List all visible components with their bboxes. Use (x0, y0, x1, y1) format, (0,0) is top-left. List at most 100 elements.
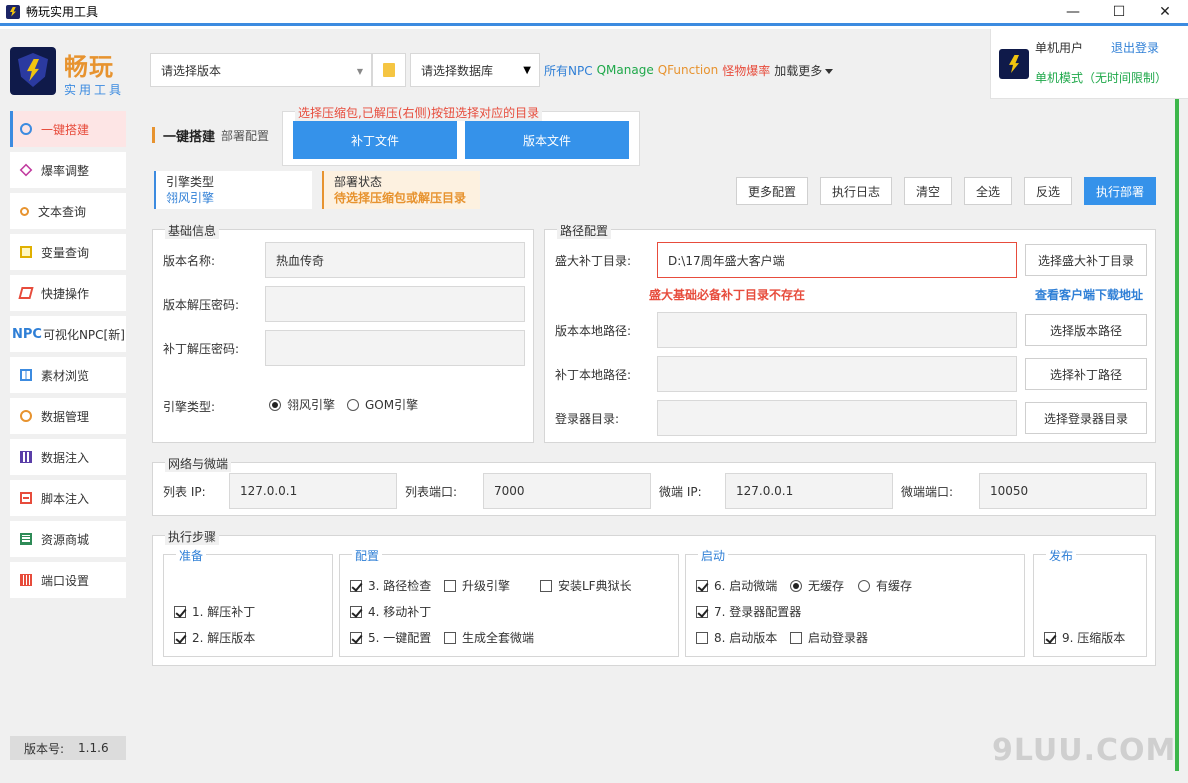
version-path-input[interactable] (657, 312, 1017, 348)
path-config-legend: 路径配置 (557, 222, 612, 239)
shanda-patch-input[interactable]: D:\17周年盛大客户端 (657, 242, 1017, 278)
checkbox-box (174, 631, 186, 644)
qmanage-link[interactable]: QManage (597, 63, 654, 77)
sidebar-item-asset-browse[interactable]: 素材浏览 (10, 357, 126, 393)
sidebar-item-data-inject[interactable]: 数据注入 (10, 439, 126, 475)
logout-link[interactable]: 退出登录 (1111, 39, 1159, 56)
version-name-input[interactable]: 热血传奇 (265, 242, 525, 278)
launcher-dir-input[interactable] (657, 400, 1017, 436)
sidebar-item-script-inject[interactable]: 脚本注入 (10, 480, 126, 516)
bars-icon (20, 574, 32, 586)
sidebar-item-resource-store[interactable]: 资源商城 (10, 521, 126, 557)
sidebar-item-port-settings[interactable]: 端口设置 (10, 562, 126, 598)
sidebar-item-quick-actions[interactable]: 快捷操作 (10, 275, 126, 311)
brand-name: 畅玩 (64, 53, 114, 81)
select-patch-path-button[interactable]: 选择补丁路径 (1025, 358, 1147, 390)
sidebar-item-one-click-build[interactable]: 一键搭建 (10, 111, 126, 147)
sidebar-item-drop-rate[interactable]: 爆率调整 (10, 152, 126, 188)
step-1-checkbox[interactable]: 1. 解压补丁 (174, 603, 255, 620)
document-icon (20, 492, 32, 504)
generate-micro-label: 生成全套微端 (462, 631, 535, 645)
version-value: 1.1.6 (78, 741, 109, 755)
box-icon (20, 246, 32, 258)
upgrade-engine-checkbox[interactable]: 升级引擎 (444, 577, 510, 594)
version-password-input[interactable] (265, 286, 525, 322)
folder-icon (383, 63, 395, 77)
engine-gom-label: GOM引擎 (365, 398, 419, 412)
list-ip-input[interactable]: 127.0.0.1 (229, 473, 397, 509)
select-launcher-dir-button[interactable]: 选择登录器目录 (1025, 402, 1147, 434)
version-password-label: 版本解压密码: (163, 298, 240, 312)
list-port-input[interactable]: 7000 (483, 473, 651, 509)
database-select-value: 请选择数据库 (421, 63, 494, 78)
sidebar-item-text-query[interactable]: 文本查询 (10, 193, 126, 229)
scrollbar[interactable] (1175, 99, 1179, 771)
client-download-link[interactable]: 查看客户端下载地址 (1035, 286, 1143, 303)
window-controls: — ☐ ✕ (1050, 0, 1188, 24)
load-more-link[interactable]: 加载更多 (774, 62, 833, 79)
engine-type-value: 翎风引擎 (166, 191, 215, 205)
qfunction-link[interactable]: QFunction (658, 63, 719, 77)
ring-icon (20, 410, 32, 422)
version-file-button[interactable]: 版本文件 (465, 121, 629, 159)
step-7-checkbox[interactable]: 7. 登录器配置器 (696, 603, 801, 620)
clear-button[interactable]: 清空 (904, 177, 952, 205)
patch-path-input[interactable] (657, 356, 1017, 392)
generate-micro-checkbox[interactable]: 生成全套微端 (444, 629, 534, 646)
micro-ip-input[interactable]: 127.0.0.1 (725, 473, 893, 509)
compress-legend: 选择压缩包,已解压(右侧)按钮选择对应的目录 (295, 104, 543, 121)
step-3-checkbox[interactable]: 3. 路径检查 (350, 577, 431, 594)
checkbox-box (444, 579, 456, 592)
folder-button[interactable] (372, 53, 406, 87)
step-6-checkbox[interactable]: 6. 启动微端 (696, 577, 777, 594)
step-2-checkbox[interactable]: 2. 解压版本 (174, 629, 255, 646)
patch-password-label: 补丁解压密码: (163, 342, 240, 356)
version-select[interactable]: 请选择版本 ▼ (150, 53, 372, 87)
more-config-button[interactable]: 更多配置 (736, 177, 808, 205)
sidebar-item-data-manage[interactable]: 数据管理 (10, 398, 126, 434)
step-1-label: 1. 解压补丁 (192, 605, 256, 619)
checkbox-box (174, 605, 186, 618)
select-shanda-patch-button[interactable]: 选择盛大补丁目录 (1025, 244, 1147, 276)
version-label: 版本号: (24, 741, 65, 756)
patch-file-button[interactable]: 补丁文件 (293, 121, 457, 159)
title-bar: 畅玩实用工具 — ☐ ✕ (0, 0, 1188, 26)
minimize-button[interactable]: — (1050, 0, 1096, 24)
all-npc-link[interactable]: 所有NPC (544, 62, 593, 79)
sidebar-item-variable-query[interactable]: 变量查询 (10, 234, 126, 270)
start-launcher-checkbox[interactable]: 启动登录器 (790, 629, 868, 646)
monster-drop-link[interactable]: 怪物爆率 (722, 62, 770, 79)
step-9-checkbox[interactable]: 9. 压缩版本 (1044, 629, 1125, 646)
maximize-button[interactable]: ☐ (1096, 0, 1142, 24)
install-lf-checkbox[interactable]: 安装LF典狱长 (540, 577, 632, 594)
database-select[interactable]: 请选择数据库 ▼ (410, 53, 540, 87)
deploy-status-value: 待选择压缩包或解压目录 (334, 191, 467, 205)
top-selector-bar: 请选择版本 ▼ 请选择数据库 ▼ 所有NPC QManage QFunction… (150, 53, 840, 87)
basic-info-group: 基础信息 版本名称: 热血传奇 版本解压密码: 补丁解压密码: 引擎类型: 翎风… (152, 222, 534, 443)
close-button[interactable]: ✕ (1142, 0, 1188, 24)
step-8-checkbox[interactable]: 8. 启动版本 (696, 629, 777, 646)
select-version-path-button[interactable]: 选择版本路径 (1025, 314, 1147, 346)
patch-password-input[interactable] (265, 330, 525, 366)
execution-log-button[interactable]: 执行日志 (820, 177, 892, 205)
step-7-label: 7. 登录器配置器 (714, 605, 802, 619)
engine-lf-radio[interactable]: 翎风引擎 (269, 396, 335, 413)
micro-port-input[interactable]: 10050 (979, 473, 1147, 509)
sidebar-item-label: 素材浏览 (41, 368, 90, 383)
invert-selection-button[interactable]: 反选 (1024, 177, 1072, 205)
deploy-status-label: 部署状态 (334, 175, 383, 189)
sidebar-item-visual-npc[interactable]: NPC 可视化NPC[新] (10, 316, 126, 352)
step-4-label: 4. 移动补丁 (368, 605, 432, 619)
upgrade-engine-label: 升级引擎 (462, 579, 511, 593)
sidebar-item-label: 一键搭建 (41, 122, 90, 137)
step-5-checkbox[interactable]: 5. 一键配置 (350, 629, 431, 646)
chevron-down-icon: ▼ (356, 67, 363, 76)
eraser-icon (18, 287, 34, 299)
version-name-label: 版本名称: (163, 254, 216, 268)
engine-gom-radio[interactable]: GOM引擎 (347, 396, 418, 413)
select-all-button[interactable]: 全选 (964, 177, 1012, 205)
no-cache-radio[interactable]: 无缓存 (790, 577, 844, 594)
step-4-checkbox[interactable]: 4. 移动补丁 (350, 603, 431, 620)
cache-radio[interactable]: 有缓存 (858, 577, 912, 594)
execute-deploy-button[interactable]: 执行部署 (1084, 177, 1156, 205)
